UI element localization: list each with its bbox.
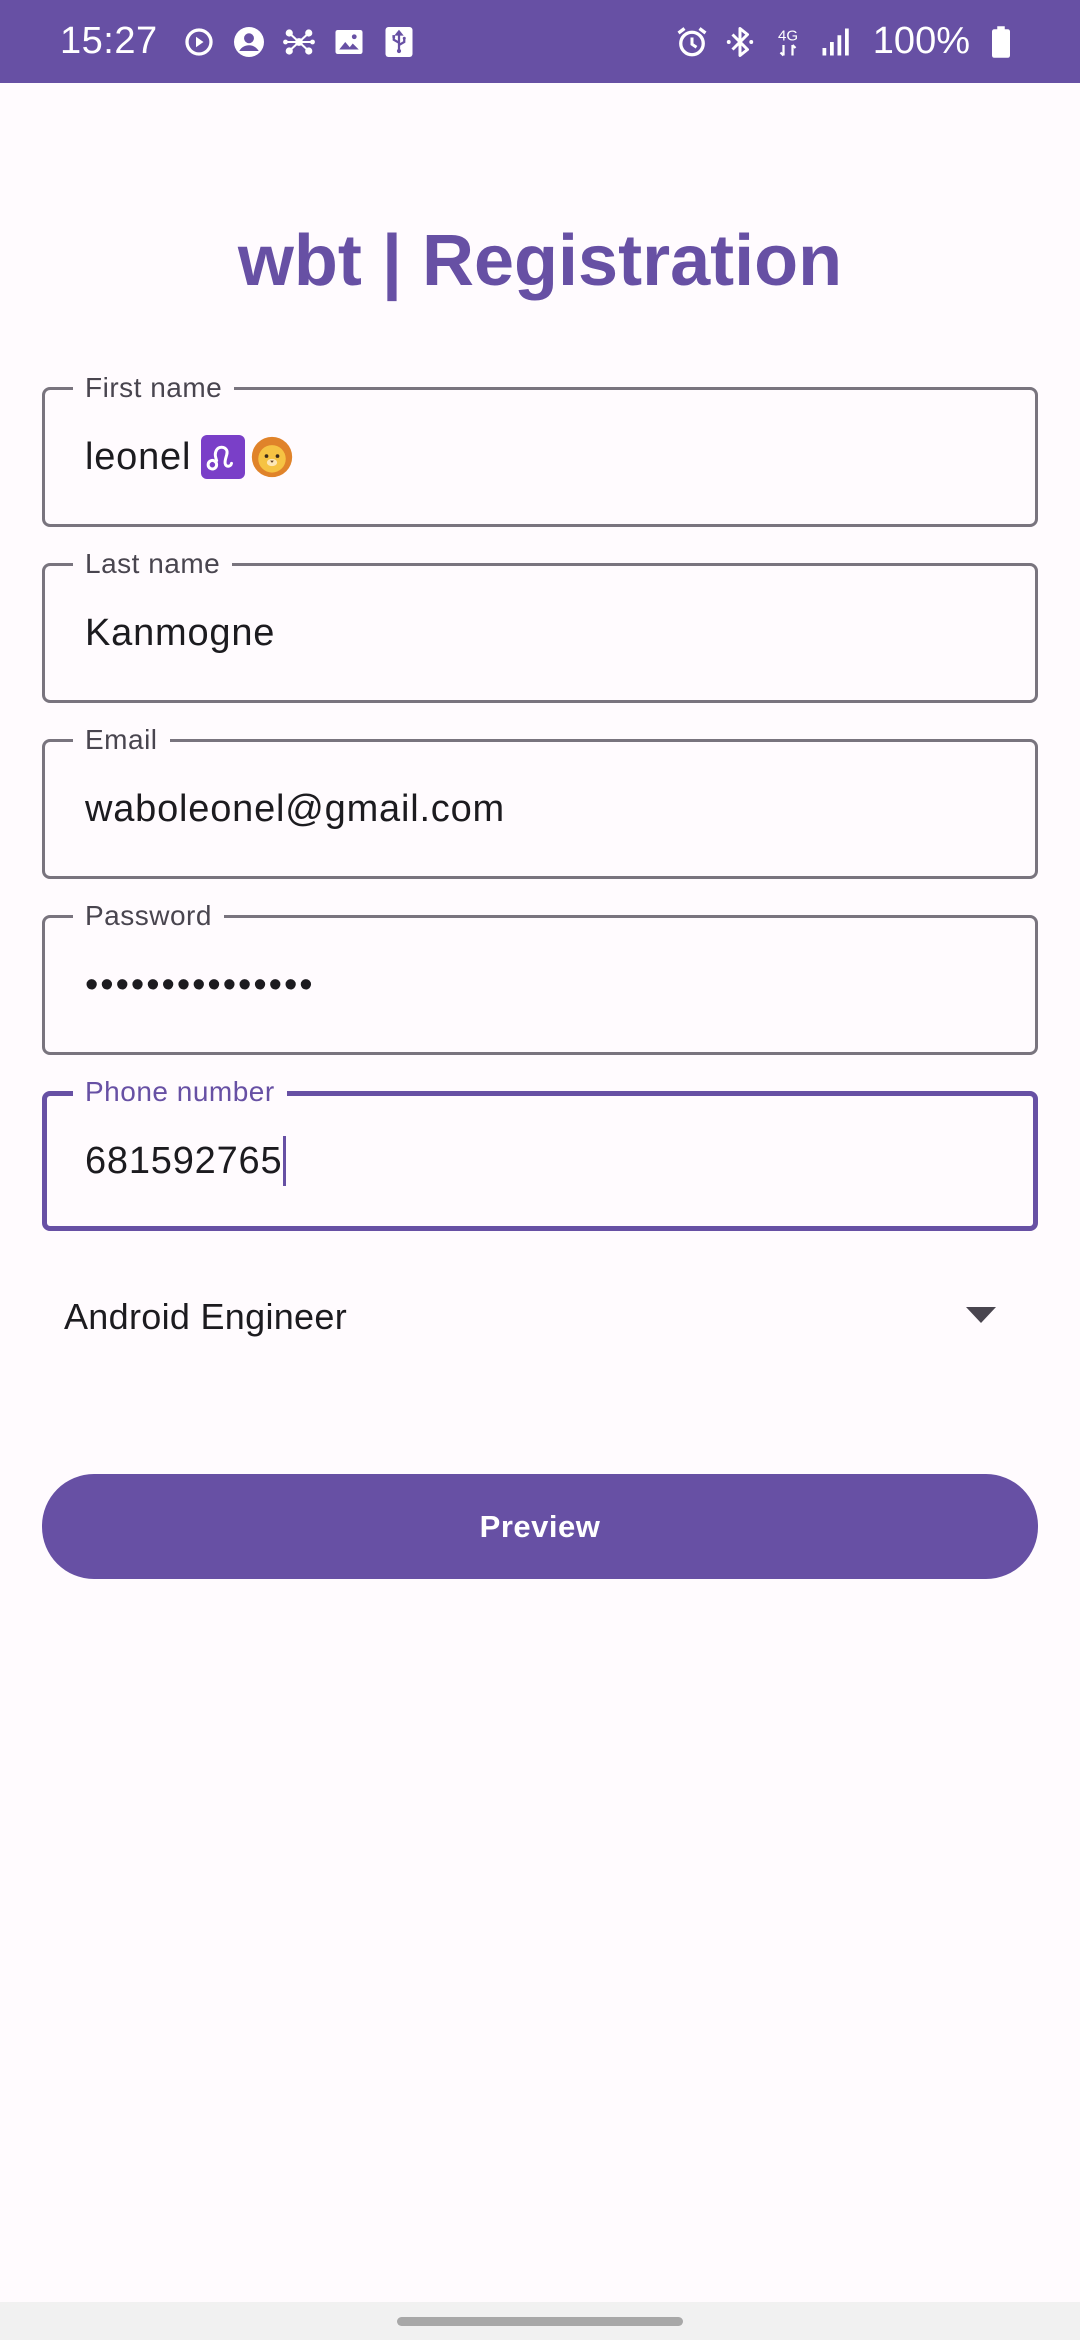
signal-icon bbox=[817, 23, 855, 61]
phone-number-field[interactable]: Phone number 681592765 bbox=[42, 1072, 1038, 1231]
page-title: wbt | Registration bbox=[237, 221, 843, 301]
first-name-value-row: leonel bbox=[85, 390, 295, 524]
password-field[interactable]: Password ••••••••••••••• bbox=[42, 896, 1038, 1055]
leo-sign-emoji bbox=[201, 435, 246, 479]
navigation-bar bbox=[0, 2302, 1080, 2340]
role-dropdown[interactable]: Android Engineer bbox=[42, 1262, 1038, 1372]
account-circle-icon bbox=[230, 23, 268, 61]
image-icon bbox=[330, 23, 368, 61]
sync-icon bbox=[180, 23, 218, 61]
last-name-field[interactable]: Last name Kanmogne bbox=[42, 544, 1038, 703]
home-gesture-handle[interactable] bbox=[397, 2317, 683, 2326]
role-dropdown-value: Android Engineer bbox=[64, 1296, 347, 1337]
battery-icon bbox=[982, 23, 1020, 61]
alarm-icon bbox=[673, 23, 711, 61]
first-name-field[interactable]: First name leonel bbox=[42, 368, 1038, 527]
password-value: ••••••••••••••• bbox=[85, 963, 315, 1006]
status-time: 15:27 bbox=[60, 20, 158, 62]
lion-face-emoji bbox=[249, 434, 295, 480]
phone-number-value: 681592765 bbox=[85, 1139, 283, 1182]
phone-number-value-row: 681592765 bbox=[85, 1096, 287, 1226]
hub-icon bbox=[280, 23, 318, 61]
last-name-value: Kanmogne bbox=[85, 611, 276, 654]
usb-icon bbox=[380, 23, 418, 61]
network-4g-icon: 4G bbox=[769, 23, 807, 61]
preview-button[interactable]: Preview bbox=[42, 1474, 1038, 1579]
first-name-value: leonel bbox=[85, 435, 192, 478]
email-value: waboleonel@gmail.com bbox=[85, 787, 505, 830]
battery-percent: 100% bbox=[872, 20, 970, 62]
text-caret bbox=[283, 1136, 287, 1186]
dropdown-arrow-icon bbox=[966, 1306, 996, 1328]
svg-text:4G: 4G bbox=[778, 27, 798, 44]
email-field[interactable]: Email waboleonel@gmail.com bbox=[42, 720, 1038, 879]
status-bar: 15:27 4G 100% bbox=[0, 0, 1080, 83]
bluetooth-icon bbox=[721, 23, 759, 61]
